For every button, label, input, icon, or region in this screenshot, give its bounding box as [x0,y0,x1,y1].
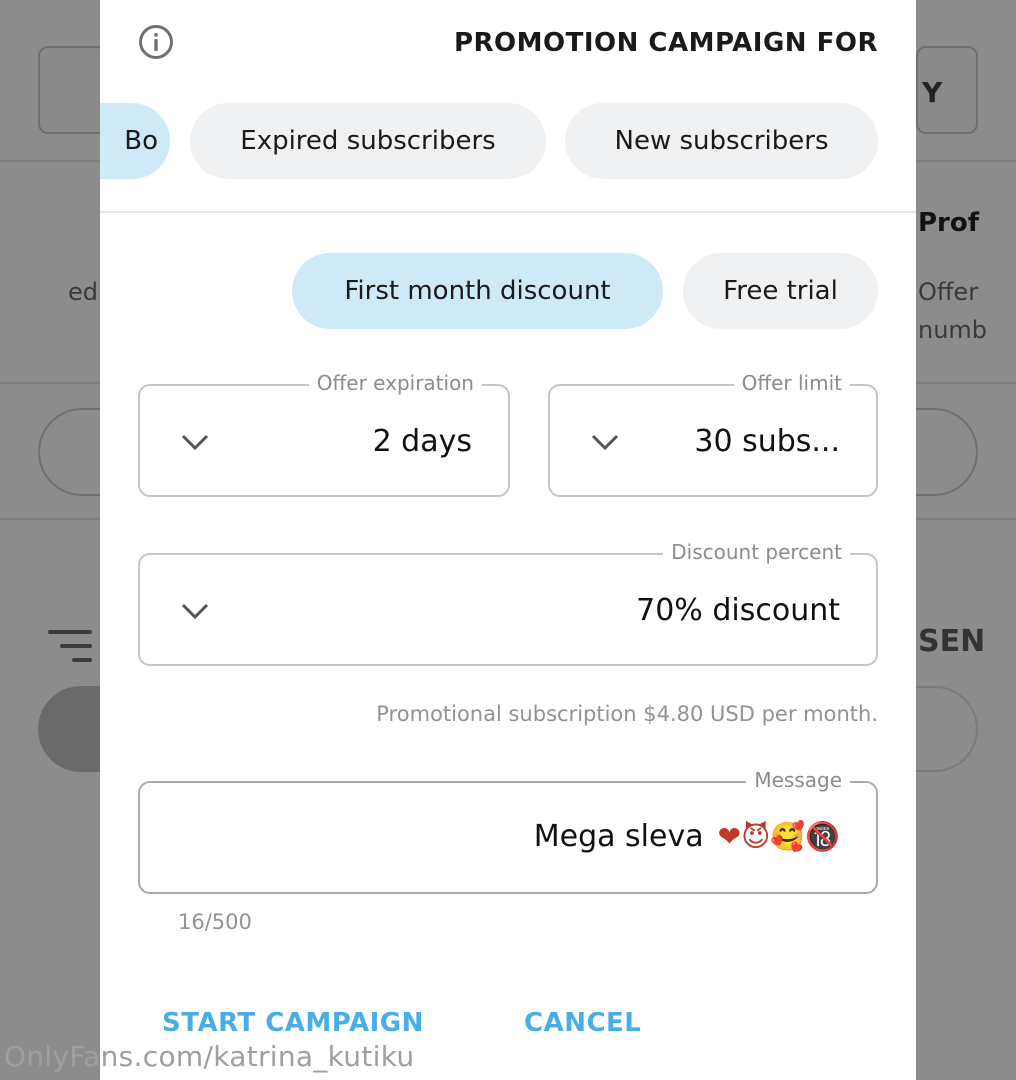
watermark: OnlyFans.com/katrina_kutiku [4,1040,415,1073]
offer-limit-label: Offer limit [733,371,850,395]
chip-first-month-discount[interactable]: First month discount [292,253,663,329]
background-heading-fragment: SEN [918,624,986,659]
cancel-button[interactable]: CANCEL [524,1008,641,1038]
info-icon[interactable] [138,24,174,60]
chip-free-trial[interactable]: Free trial [683,253,878,329]
character-counter: 16/500 [178,910,252,934]
chip-label: Expired subscribers [240,126,496,156]
chevron-down-icon [181,603,209,620]
background-dark-pill [38,686,108,772]
background-pill-right-2 [916,686,978,772]
background-desc-line1: Offer [918,278,979,306]
chip-label: New subscribers [614,126,829,156]
chip-both[interactable]: Bo [100,103,170,179]
offer-expiration-label: Offer expiration [308,371,482,395]
background-button-right: Y [916,46,978,134]
chip-expired-subscribers[interactable]: Expired subscribers [190,103,546,179]
message-input[interactable]: Message Mega sleva ❤😈🥰🔞 [138,768,878,894]
offer-expiration-value: 2 days [372,424,472,459]
chip-label: First month discount [344,276,611,306]
audience-chip-row: New subscribers Expired subscribers Bo [100,103,916,179]
chip-label: Bo [124,126,158,156]
filter-icon [48,630,92,662]
background-button-left [38,46,108,134]
message-emojis: ❤😈🥰🔞 [717,820,840,853]
background-desc-fragment: ed [68,278,98,306]
promotional-price-helper: Promotional subscription $4.80 USD per m… [376,702,878,726]
message-label: Message [746,768,850,792]
offer-limit-select[interactable]: Offer limit 30 subs... [548,371,878,497]
header-divider [100,211,916,213]
promotion-campaign-modal: PROMOTION CAMPAIGN FOR New subscribers E… [100,0,916,1080]
start-campaign-button[interactable]: START CAMPAIGN [162,1008,424,1038]
background-button-label: Y [922,76,943,109]
chevron-down-icon [181,434,209,451]
discount-percent-label: Discount percent [663,540,850,564]
offer-expiration-select[interactable]: Offer expiration 2 days [138,371,510,497]
background-section-title: Prof [918,208,980,238]
message-value: Mega sleva ❤😈🥰🔞 [534,819,840,854]
modal-header: PROMOTION CAMPAIGN FOR [100,0,916,80]
chip-label: Free trial [723,276,838,306]
discount-percent-value: 70% discount [636,593,840,628]
offer-limit-value: 30 subs... [694,424,840,459]
chip-new-subscribers[interactable]: New subscribers [565,103,878,179]
background-desc-line2: numb [918,316,988,344]
message-text: Mega sleva [533,819,704,854]
discount-percent-select[interactable]: Discount percent 70% discount [138,540,878,666]
chevron-down-icon [591,434,619,451]
modal-title: PROMOTION CAMPAIGN FOR [453,28,878,58]
